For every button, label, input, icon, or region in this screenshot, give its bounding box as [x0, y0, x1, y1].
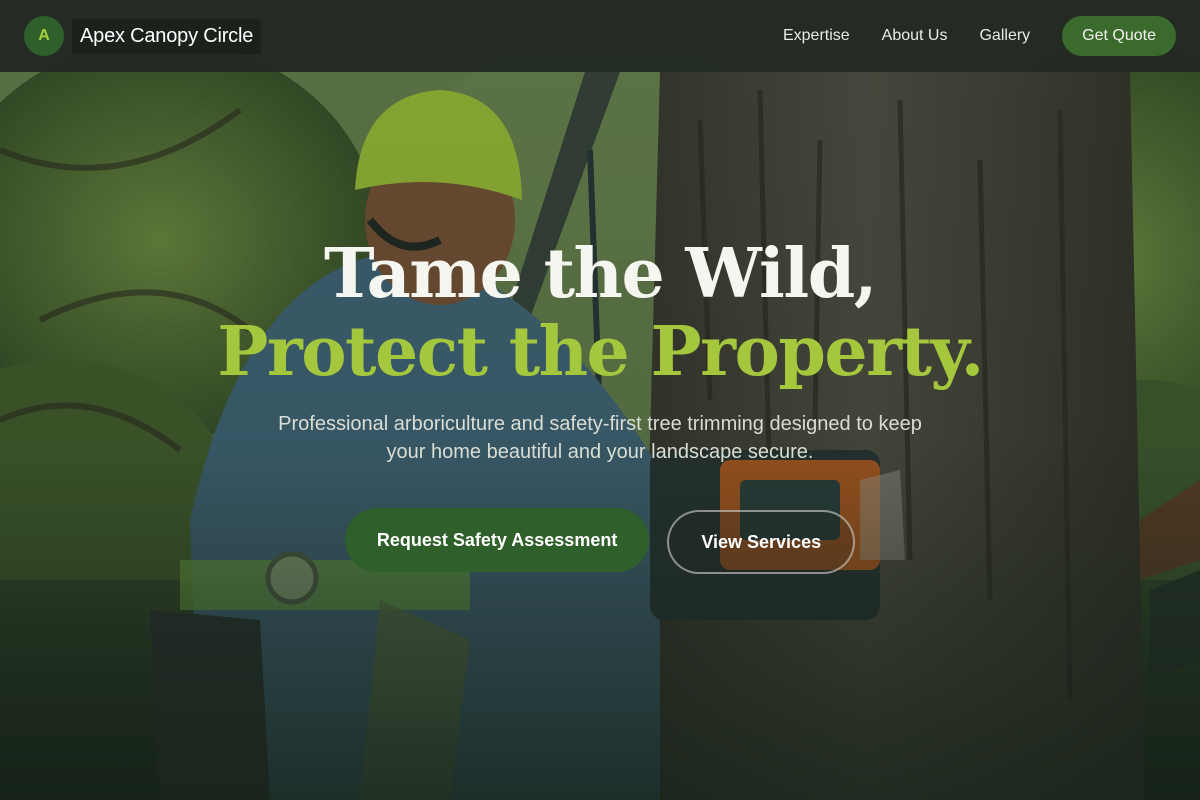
- nav-link-about-us[interactable]: About Us: [882, 27, 948, 45]
- hero-cta-row: Request Safety Assessment View Services: [0, 508, 1200, 574]
- request-safety-assessment-button[interactable]: Request Safety Assessment: [344, 508, 650, 572]
- nav-link-gallery[interactable]: Gallery: [979, 27, 1030, 45]
- brand-logo[interactable]: A Apex Canopy Circle: [24, 16, 262, 56]
- hero-subtitle: Professional arboriculture and safety-fi…: [278, 413, 922, 463]
- nav-link-expertise[interactable]: Expertise: [783, 27, 850, 45]
- headline-line-1: Tame the Wild,: [324, 234, 877, 314]
- hero-section: Tame the Wild, Protect the Property. Pro…: [0, 232, 1200, 574]
- headline-line-2: Protect the Property.: [217, 312, 984, 392]
- brand-badge-icon: A: [24, 16, 64, 56]
- top-navbar: A Apex Canopy Circle Expertise About Us …: [0, 0, 1200, 72]
- nav-links: Expertise About Us Gallery Get Quote: [783, 16, 1176, 56]
- get-quote-button[interactable]: Get Quote: [1062, 16, 1176, 56]
- brand-name: Apex Canopy Circle: [72, 18, 262, 54]
- view-services-button[interactable]: View Services: [667, 510, 856, 574]
- hero-headline: Tame the Wild, Protect the Property.: [0, 232, 1200, 388]
